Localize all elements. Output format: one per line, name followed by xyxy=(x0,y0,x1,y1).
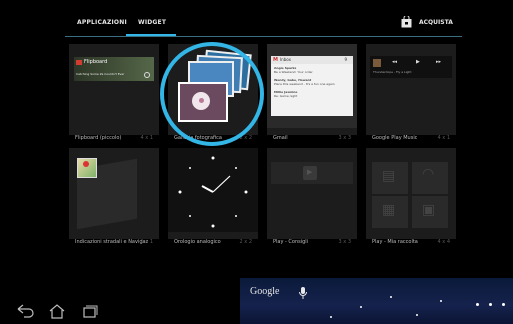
analog-clock-icon xyxy=(178,156,248,228)
flipboard-caption: Catching Some Zs Couldn't Ever xyxy=(76,72,125,76)
tab-applicazioni[interactable]: APPLICAZIONI xyxy=(77,19,127,26)
tab-widget[interactable]: WIDGET xyxy=(138,19,166,26)
play-recommendations-preview: ▶ xyxy=(267,148,357,232)
home-icon[interactable] xyxy=(46,303,68,319)
widget-dims: 2 x 2 xyxy=(239,239,253,245)
widget-flipboard[interactable]: Flipboard Catching Some Zs Couldn't Ever… xyxy=(69,44,159,141)
play-library-preview: ▤ ◠ ▦ ▣ xyxy=(366,148,456,232)
gmail-logo-icon: M xyxy=(273,57,278,63)
gmail-row: Wendy, Gabe, Howard Plans this weekend - … xyxy=(274,78,335,86)
home-wallpaper: Google xyxy=(240,278,513,324)
microphone-icon[interactable] xyxy=(298,286,308,300)
flipboard-logo: Flipboard xyxy=(84,59,108,65)
widget-play-recommendations[interactable]: ▶ Play - Consigli 3 x 3 xyxy=(267,148,357,245)
recent-apps-icon[interactable] xyxy=(78,303,100,319)
play-icon: ▶ xyxy=(416,59,420,65)
navigation-preview xyxy=(69,148,159,232)
widget-dims: 1 x 1 xyxy=(140,239,154,245)
widget-name: Gmail xyxy=(273,135,288,141)
google-search-label[interactable]: Google xyxy=(250,286,279,297)
widget-play-library[interactable]: ▤ ◠ ▦ ▣ Play - Mia raccolta 4 x 4 xyxy=(366,148,456,245)
apps-icon: ▦ xyxy=(382,202,396,218)
widget-name: Play - Mia raccolta xyxy=(372,239,418,245)
clock-preview xyxy=(168,148,258,232)
shop-label: ACQUISTA xyxy=(419,19,453,26)
widget-dims: 4 x 1 xyxy=(140,135,154,141)
widget-analog-clock[interactable]: Orologio analogico 2 x 2 xyxy=(168,148,258,245)
widget-play-music[interactable]: ◂◂ ▶ ▸▸ Thunderdope - Fly a Light Google… xyxy=(366,44,456,141)
movie-icon: ▣ xyxy=(422,202,436,218)
gmail-count: 9 xyxy=(344,57,347,62)
widget-dims: 3 x 3 xyxy=(338,239,352,245)
forward-icon: ▸▸ xyxy=(436,59,442,65)
widget-gmail[interactable]: M Inbox 9 Angie Sparks Be a Weekend: Your… xyxy=(267,44,357,141)
rewind-icon: ◂◂ xyxy=(392,59,398,65)
tabs-divider xyxy=(65,36,462,37)
back-icon[interactable] xyxy=(14,303,36,319)
gmail-header: Inbox xyxy=(280,57,291,62)
widget-name: Flipboard (piccolo) xyxy=(75,135,122,141)
widget-dims: 3 x 3 xyxy=(338,135,352,141)
play-store-icon: ▶ xyxy=(303,166,317,180)
shopping-bag-icon xyxy=(401,16,412,28)
navigation-bar xyxy=(0,294,240,324)
gmail-preview: M Inbox 9 Angie Sparks Be a Weekend: Your… xyxy=(267,44,357,128)
map-icon xyxy=(77,158,97,178)
widget-name: Google Play Music xyxy=(372,135,418,141)
music-track: Thunderdope - Fly a Light xyxy=(373,70,412,74)
music-preview: ◂◂ ▶ ▸▸ Thunderdope - Fly a Light xyxy=(366,44,456,128)
widget-dims: 4 x 4 xyxy=(437,239,451,245)
page-indicator xyxy=(466,291,505,310)
widget-dims: 4 x 1 xyxy=(437,135,451,141)
flipboard-preview: Flipboard Catching Some Zs Couldn't Ever xyxy=(69,44,159,128)
gmail-row: Millie Jasmine Re: Game night xyxy=(274,90,298,98)
book-icon: ▤ xyxy=(382,168,396,184)
widget-name: Indicazioni stradali e Navigaz xyxy=(75,239,149,245)
selection-highlight xyxy=(160,42,264,146)
widget-name: Orologio analogico xyxy=(174,239,221,245)
gmail-row: Angie Sparks Be a Weekend: Your order xyxy=(274,66,313,74)
album-art xyxy=(373,59,381,67)
widget-navigation[interactable]: Indicazioni stradali e Navigaz 1 x 1 xyxy=(69,148,159,245)
widget-name: Play - Consigli xyxy=(273,239,309,245)
headphones-icon: ◠ xyxy=(422,166,435,182)
tabs-bar: APPLICAZIONI WIDGET ACQUISTA xyxy=(0,0,513,40)
